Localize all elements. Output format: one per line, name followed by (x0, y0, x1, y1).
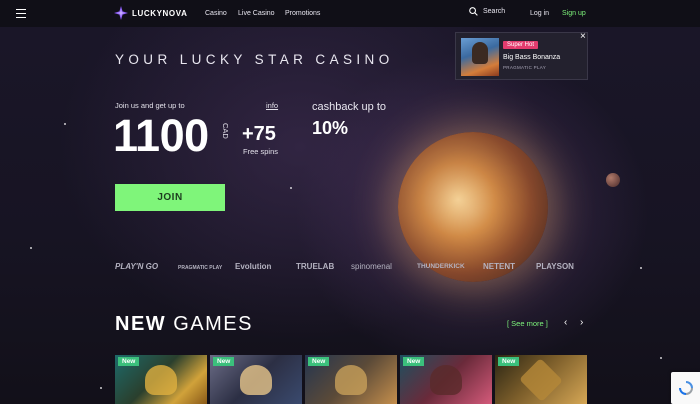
top-header: LUCKYNOVA Casino Live Casino Promotions … (0, 0, 700, 27)
search-label: Search (483, 8, 506, 15)
provider-logo: PLAYSON (536, 262, 574, 271)
game-card[interactable]: New (495, 355, 587, 404)
provider-logo: PRAGMATIC PLAY (178, 265, 223, 271)
game-art (240, 365, 272, 395)
recaptcha-badge[interactable] (671, 372, 700, 404)
heading-bold: NEW (115, 313, 167, 335)
hot-game-popup[interactable]: Super Hot Big Bass Bonanza PRAGMATIC PLA… (455, 32, 588, 80)
new-badge: New (213, 357, 235, 366)
super-hot-badge: Super Hot (503, 41, 539, 49)
bonus-amount: 1100 (113, 110, 209, 161)
nova-star-icon (114, 6, 128, 20)
brand-logo[interactable]: LUCKYNOVA (114, 6, 187, 20)
brand-name: LUCKYNOVA (132, 8, 188, 18)
free-spins-label: Free spins (243, 147, 279, 156)
game-card[interactable]: New (305, 355, 397, 404)
provider-logo: Evolution (235, 262, 272, 271)
new-badge: New (403, 357, 425, 366)
game-card[interactable]: New (400, 355, 492, 404)
game-art (430, 365, 462, 395)
bonus-intro: Join us and get up to (115, 101, 185, 110)
signup-link[interactable]: Sign up (562, 10, 586, 17)
see-more-link[interactable]: [ See more ] (507, 319, 548, 328)
provider-logo: spinomenal (351, 262, 392, 271)
game-art (335, 365, 367, 395)
login-link[interactable]: Log in (530, 10, 549, 17)
provider-logo: THUNDERKICK (417, 263, 465, 270)
hero-background (0, 27, 700, 404)
join-button[interactable]: JOIN (115, 184, 225, 211)
recaptcha-icon (678, 381, 693, 395)
free-spins-count: +75 (242, 123, 276, 145)
search-button[interactable]: Search (469, 7, 505, 16)
nav-promotions[interactable]: Promotions (285, 10, 320, 17)
info-link[interactable]: info (266, 101, 278, 110)
cashback-label: cashback up to (312, 101, 386, 113)
search-icon (469, 7, 478, 16)
next-arrow-icon[interactable]: › (580, 317, 583, 328)
hero-tagline: YOUR LUCKY STAR CASINO (115, 52, 394, 67)
new-badge: New (118, 357, 140, 366)
close-icon[interactable]: × (580, 31, 586, 42)
popup-game-title: Big Bass Bonanza (503, 54, 561, 61)
moon-image (606, 173, 620, 187)
nav-live-casino[interactable]: Live Casino (238, 10, 275, 17)
game-thumbnail (461, 38, 499, 76)
bonus-currency: CAD (221, 123, 230, 139)
exploding-planet-image (398, 132, 548, 282)
new-badge: New (498, 357, 520, 366)
game-art (519, 358, 563, 402)
prev-arrow-icon[interactable]: ‹ (564, 317, 567, 328)
menu-icon[interactable] (16, 9, 26, 18)
provider-logos: PLAY'N GO PRAGMATIC PLAY Evolution TRUEL… (115, 262, 585, 276)
popup-provider: PRAGMATIC PLAY (503, 65, 547, 70)
game-card[interactable]: New (115, 355, 207, 404)
new-badge: New (308, 357, 330, 366)
game-art (145, 365, 177, 395)
cashback-value: 10% (312, 118, 349, 138)
nav-casino[interactable]: Casino (205, 10, 227, 17)
provider-logo: PLAY'N GO (115, 262, 159, 271)
game-card[interactable]: New (210, 355, 302, 404)
provider-logo: TRUELAB (296, 262, 335, 271)
heading-rest: GAMES (173, 313, 253, 335)
new-games-heading: NEW GAMES (115, 313, 253, 336)
provider-logo: NETENT (483, 262, 515, 271)
